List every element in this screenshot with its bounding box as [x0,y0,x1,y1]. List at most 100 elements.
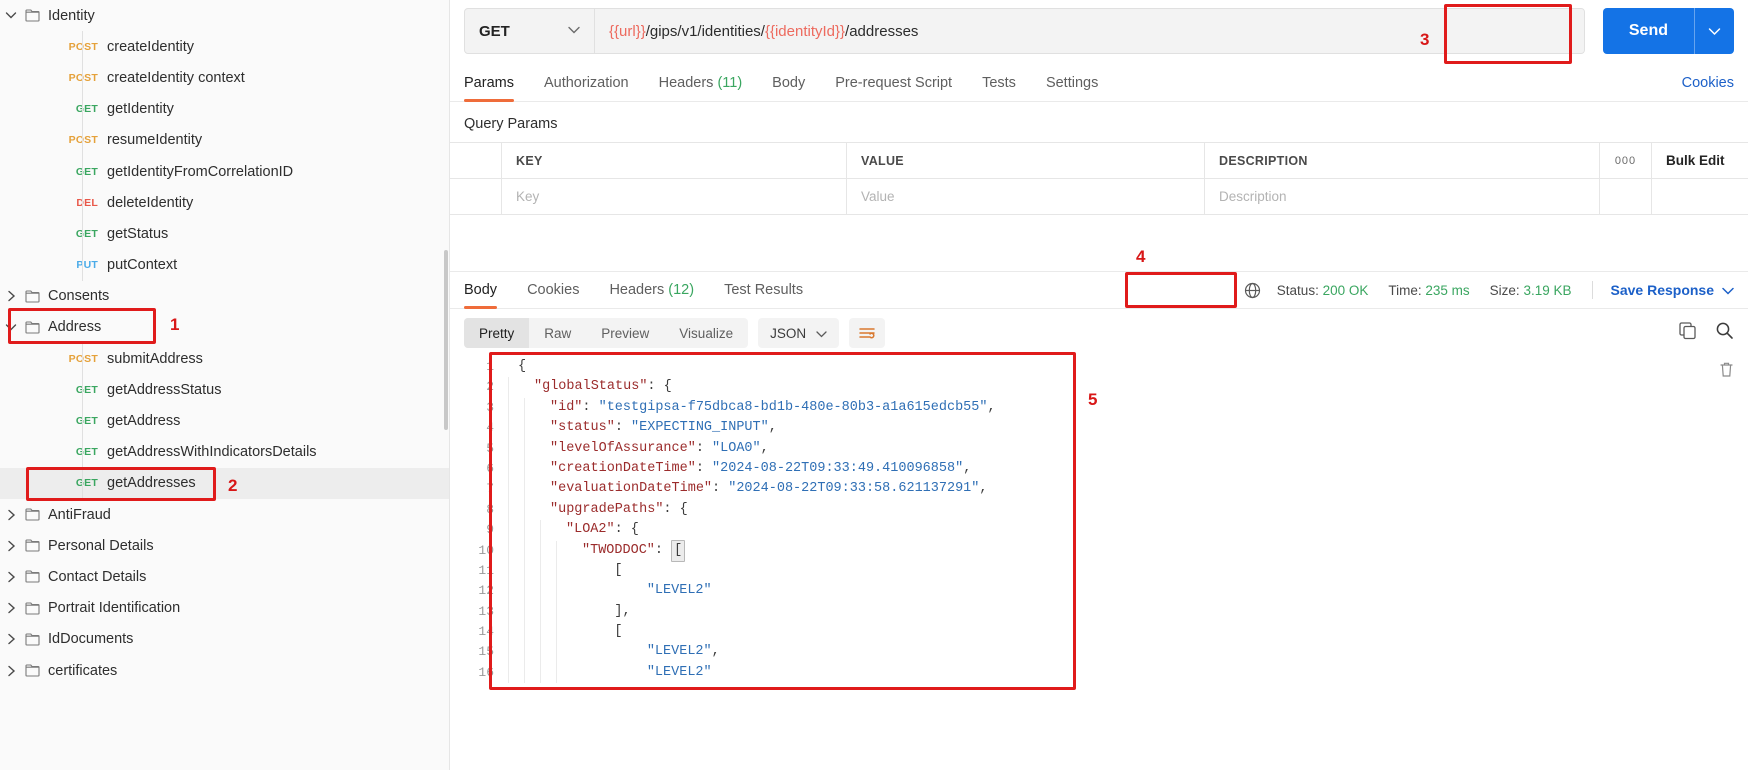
response-format-select[interactable]: JSON [758,318,840,348]
response-body-toolbar[interactable]: Pretty Raw Preview Visualize JSON [450,309,1748,357]
sidebar-request-createidentity[interactable]: POST createIdentity [0,31,449,62]
sidebar-folder-personal-details[interactable]: Personal Details [0,530,449,561]
response-tab-cookies[interactable]: Cookies [527,282,579,308]
tab-params[interactable]: Params [464,75,514,102]
sidebar-scrollbar[interactable] [443,0,449,770]
tab-tests[interactable]: Tests [982,75,1016,101]
response-body-right-tools[interactable] [1678,321,1734,345]
chevron-right-icon[interactable] [0,290,22,302]
param-value-input[interactable]: Value [847,179,1205,214]
sidebar-request-getaddresswithindicatorsdetails[interactable]: GET getAddressWithIndicatorsDetails [0,437,449,468]
sidebar-request-getidentityfromcorrelationid[interactable]: GET getIdentityFromCorrelationID [0,156,449,187]
sidebar-folder-iddocuments[interactable]: IdDocuments [0,624,449,655]
cookies-link[interactable]: Cookies [1682,75,1734,101]
sidebar-request-getstatus[interactable]: GET getStatus [0,218,449,249]
url-variable-token: {{identityId}} [764,22,846,40]
view-mode-raw[interactable]: Raw [529,318,586,348]
sidebar-folder-identity[interactable]: Identity [0,0,449,31]
sidebar-request-resumeidentity[interactable]: POST resumeIdentity [0,125,449,156]
time-badge: Time: 235 ms [1388,283,1469,298]
sidebar-folder-certificates[interactable]: certificates [0,655,449,686]
sidebar-request-label: deleteIdentity [107,194,194,211]
search-icon[interactable] [1715,321,1734,345]
tree-guide-line [82,343,83,499]
collection-sidebar[interactable]: Identity POST createIdentity POST createIden… [0,0,450,770]
sidebar-request-getaddressstatus[interactable]: GET getAddressStatus [0,374,449,405]
chevron-right-icon[interactable] [0,633,22,645]
sidebar-request-label: getAddressStatus [107,381,222,398]
sidebar-folder-contact-details[interactable]: Contact Details [0,561,449,592]
more-options-icon[interactable]: 000 [1600,143,1652,178]
tab-label: Pre-request Script [835,75,953,91]
sidebar-request-deleteidentity[interactable]: DEL deleteIdentity [0,187,449,218]
delete-icon[interactable] [1719,361,1734,383]
sidebar-request-putcontext[interactable]: PUT putContext [0,250,449,281]
chevron-right-icon[interactable] [0,571,22,583]
globe-icon[interactable] [1244,282,1261,299]
sidebar-request-getaddress[interactable]: GET getAddress [0,405,449,436]
json-punctuation: : [695,440,713,456]
sidebar-scrollbar-thumb[interactable] [444,250,448,430]
view-mode-pretty[interactable]: Pretty [464,318,530,348]
request-response-pane: GET {{url}}/gips/v1/identities/{{identit… [450,0,1748,770]
indent-guide [540,642,556,663]
sidebar-request-getaddresses[interactable]: GET getAddresses [0,467,449,499]
tab-settings[interactable]: Settings [1046,75,1098,101]
code-scroll-rail[interactable] [1719,361,1734,383]
sidebar-folder-consents[interactable]: Consents [0,281,449,312]
save-response-button[interactable]: Save Response [1611,282,1735,298]
chevron-right-icon[interactable] [0,509,22,521]
status-value: 200 OK [1322,282,1369,298]
url-input[interactable]: {{url}}/gips/v1/identities/{{identityId}… [595,9,1584,53]
sidebar-folder-antifraud[interactable]: AntiFraud [0,499,449,530]
response-tabs[interactable]: Body Cookies Headers (12) Test Results [464,282,833,309]
sidebar-folder-label: IdDocuments [48,631,134,648]
json-string: "testgipsa-f75dbca8-bd1b-480e-80b3-a1a61… [598,399,988,415]
row-checkbox-cell[interactable] [450,179,502,214]
json-punctuation: : { [663,501,688,517]
indent-guide [524,581,540,602]
chevron-right-icon[interactable] [0,665,22,677]
chevron-down-icon[interactable] [0,11,22,20]
request-tabs[interactable]: Params Authorization Headers (11) Body Pre-r… [450,64,1748,102]
chevron-right-icon[interactable] [0,602,22,614]
view-mode-switch[interactable]: Pretty Raw Preview Visualize [464,318,749,348]
response-tab-test-results[interactable]: Test Results [724,282,803,308]
sidebar-folder-address[interactable]: Address [0,312,449,343]
json-viewer[interactable]: 1{2 "globalStatus": {3 "id": "testgipsa-f7… [450,357,1748,684]
tab-headers[interactable]: Headers (11) [659,75,743,101]
code-text: "creationDateTime": "2024-08-22T09:33:49… [540,459,971,479]
chevron-right-icon[interactable] [0,540,22,552]
query-params-table[interactable]: KEY VALUE DESCRIPTION 000 Bulk Edit Key … [450,142,1748,215]
view-mode-preview[interactable]: Preview [586,318,664,348]
collection-tree[interactable]: Identity POST createIdentity POST createIden… [0,0,449,686]
bulk-edit-button[interactable]: Bulk Edit [1652,143,1748,178]
request-method-badge: GET [75,446,98,459]
url-bar[interactable]: GET {{url}}/gips/v1/identities/{{identit… [464,8,1585,54]
sidebar-request-createidentity-context[interactable]: POST createIdentity context [0,62,449,93]
table-row[interactable]: Key Value Description [450,179,1748,215]
response-tab-body[interactable]: Body [464,282,498,309]
param-key-input[interactable]: Key [502,179,847,214]
chevron-down-icon[interactable] [1722,282,1734,298]
sidebar-folder-label: Identity [48,7,95,24]
http-method-select[interactable]: GET [465,9,595,53]
sidebar-request-getidentity[interactable]: GET getIdentity [0,94,449,125]
send-button-group[interactable]: Send [1602,8,1734,54]
select-all-checkbox-cell[interactable] [450,143,502,178]
copy-icon[interactable] [1678,321,1697,345]
view-mode-visualize[interactable]: Visualize [664,318,748,348]
tab-body[interactable]: Body [772,75,805,101]
send-options-chevron-down-icon[interactable] [1694,8,1734,54]
response-tab-headers[interactable]: Headers (12) [609,282,694,308]
tree-guide-line [82,31,83,281]
tab-authorization[interactable]: Authorization [544,75,629,101]
wrap-lines-icon[interactable] [849,318,886,348]
param-description-input[interactable]: Description [1205,179,1600,214]
send-button[interactable]: Send [1602,8,1734,54]
response-body-code[interactable]: 1{2 "globalStatus": {3 "id": "testgipsa-f7… [450,357,1748,770]
sidebar-folder-portrait-identification[interactable]: Portrait Identification [0,593,449,624]
tab-pre-request-script[interactable]: Pre-request Script [835,75,952,101]
chevron-down-icon[interactable] [0,323,22,332]
sidebar-request-submitaddress[interactable]: POST submitAddress [0,343,449,374]
